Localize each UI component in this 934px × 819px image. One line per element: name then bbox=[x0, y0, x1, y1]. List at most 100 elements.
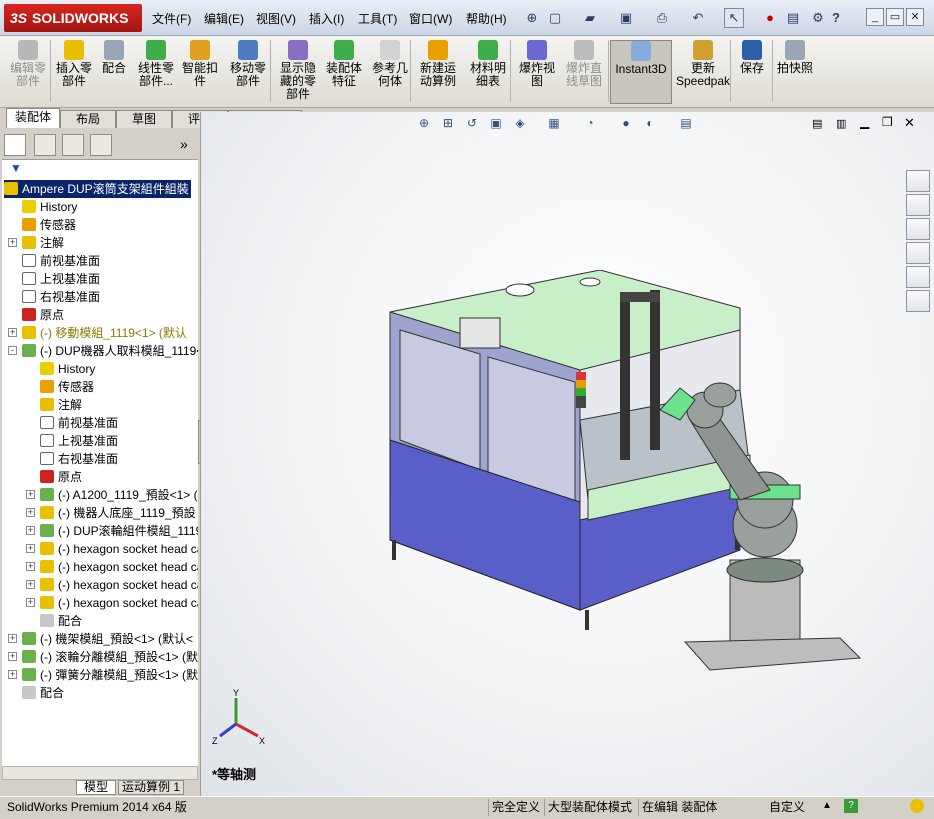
tree-expander-icon[interactable]: + bbox=[26, 580, 35, 589]
ribbon-button[interactable]: 配合 bbox=[96, 40, 132, 104]
status-notification-icon[interactable] bbox=[910, 799, 924, 813]
viewport-tile-icon[interactable]: ▤ bbox=[812, 117, 822, 130]
tree-item[interactable]: 上视基准面 bbox=[40, 432, 118, 450]
new-document-icon[interactable]: ▢ bbox=[545, 8, 565, 28]
ribbon-button[interactable]: 参考几 何体 bbox=[366, 40, 414, 104]
save-document-icon[interactable]: ▣ bbox=[616, 8, 636, 28]
tree-item[interactable]: 注解 bbox=[22, 234, 64, 252]
ribbon-button[interactable]: 拍快照 bbox=[772, 40, 818, 104]
tree-root-item[interactable]: Ampere DUP滚筒支架組件組裝 bbox=[4, 180, 191, 198]
print-icon[interactable]: ⎙ bbox=[652, 8, 672, 28]
tree-item[interactable]: (-) 滚輪分離模組_預設<1> (默 bbox=[22, 648, 198, 666]
tree-item[interactable]: (-) 機架模組_預設<1> (默认< bbox=[22, 630, 193, 648]
tree-item[interactable]: 右视基准面 bbox=[40, 450, 118, 468]
ribbon-button[interactable]: 移动零 部件 bbox=[224, 40, 272, 104]
tree-expander-icon[interactable]: + bbox=[8, 670, 17, 679]
menu-item[interactable]: 文件(F) bbox=[152, 10, 191, 27]
tab-2[interactable]: 布局 bbox=[60, 110, 116, 128]
task-pane-file-explorer-icon[interactable] bbox=[906, 218, 930, 240]
tree-item[interactable]: 配合 bbox=[22, 684, 64, 702]
ribbon-button[interactable]: 爆炸视 图 bbox=[514, 40, 560, 104]
display-style-icon[interactable]: ▦ bbox=[546, 115, 562, 131]
close-window-button[interactable]: ✕ bbox=[906, 8, 924, 26]
tree-expander-icon[interactable]: + bbox=[26, 508, 35, 517]
bottom-tab-1[interactable]: 模型 bbox=[76, 780, 116, 795]
tree-item[interactable]: History bbox=[40, 360, 95, 378]
tree-expander-icon[interactable]: + bbox=[26, 526, 35, 535]
tree-item[interactable]: (-) DUP機器人取料模組_1119< bbox=[22, 342, 198, 360]
zoom-to-fit-icon[interactable]: ⊕ bbox=[416, 115, 432, 131]
tree-item[interactable]: 传感器 bbox=[22, 216, 76, 234]
units-dropdown-icon[interactable]: ▲ bbox=[822, 800, 832, 811]
ribbon-button[interactable]: 智能扣 件 bbox=[178, 40, 222, 104]
ribbon-button[interactable]: Instant3D bbox=[610, 40, 672, 104]
tree-expander-icon[interactable]: + bbox=[8, 328, 17, 337]
zoom-area-icon[interactable]: ⊞ bbox=[440, 115, 456, 131]
viewport-restore-button[interactable]: ❐ bbox=[882, 115, 893, 129]
ribbon-button[interactable]: 更新 Speedpak bbox=[672, 40, 734, 104]
tab-3[interactable]: 草图 bbox=[116, 110, 172, 128]
view-orientation-icon[interactable]: ◈ bbox=[512, 115, 528, 131]
status-large-assembly[interactable]: 大型装配体模式 bbox=[544, 799, 635, 816]
help-icon[interactable]: ? bbox=[826, 8, 846, 28]
expand-panel-chevron-icon[interactable]: » bbox=[180, 136, 188, 152]
task-pane-appearances-icon[interactable] bbox=[906, 266, 930, 288]
tree-expander-icon[interactable]: + bbox=[26, 490, 35, 499]
ribbon-button[interactable]: 装配体 特征 bbox=[322, 40, 366, 104]
status-help-icon[interactable]: ? bbox=[844, 799, 858, 813]
tree-expander-icon[interactable]: + bbox=[8, 238, 17, 247]
tree-item[interactable]: (-) 機器人底座_1119_預設 bbox=[40, 504, 196, 522]
options-gear-icon[interactable]: ⚙ bbox=[808, 8, 828, 28]
tree-item[interactable]: (-) hexagon socket head cap bbox=[40, 540, 198, 558]
tree-expander-icon[interactable]: + bbox=[8, 652, 17, 661]
menu-item[interactable]: 编辑(E) bbox=[204, 10, 244, 27]
rebuild-traffic-light-icon[interactable]: ● bbox=[760, 8, 780, 28]
task-pane-custom-properties-icon[interactable] bbox=[906, 290, 930, 312]
ribbon-button[interactable]: 新建运 动算例 bbox=[414, 40, 462, 104]
solidworks-logo[interactable]: 3S SOLIDWORKS bbox=[4, 4, 142, 32]
tree-item[interactable]: (-) 彈簧分離模組_預設<1> (默 bbox=[22, 666, 198, 684]
display-manager-tab-icon[interactable] bbox=[90, 134, 112, 156]
ribbon-button[interactable]: 爆炸直 线草图 bbox=[560, 40, 608, 104]
bottom-tab-2[interactable]: 运动算例 1 bbox=[118, 780, 184, 795]
tree-item[interactable]: (-) A1200_1119_預設<1> ( bbox=[40, 486, 198, 504]
status-units[interactable]: 自定义 bbox=[766, 799, 808, 816]
tree-item[interactable]: (-) hexagon socket head cap bbox=[40, 594, 198, 612]
tree-expander-icon[interactable]: + bbox=[26, 562, 35, 571]
menu-item[interactable]: 插入(I) bbox=[309, 10, 344, 27]
tree-item[interactable]: 原点 bbox=[22, 306, 64, 324]
select-pointer-icon[interactable]: ↖ bbox=[724, 8, 744, 28]
viewport-link-icon[interactable]: ▥ bbox=[836, 117, 846, 130]
edit-appearance-icon[interactable]: ● bbox=[618, 115, 634, 131]
tab-1[interactable]: 装配体 bbox=[6, 108, 60, 128]
viewport-close-button[interactable]: ✕ bbox=[904, 115, 915, 131]
filter-icon[interactable]: ▼ bbox=[10, 161, 22, 175]
ribbon-button[interactable]: 材料明 细表 bbox=[464, 40, 512, 104]
task-pane-view-palette-icon[interactable] bbox=[906, 242, 930, 264]
section-view-icon[interactable]: ▣ bbox=[488, 115, 504, 131]
tree-item[interactable]: (-) hexagon socket head cap bbox=[40, 558, 198, 576]
ribbon-button[interactable]: 保存 bbox=[734, 40, 770, 104]
menu-item[interactable]: 窗口(W) bbox=[409, 10, 452, 27]
undo-icon[interactable]: ↶ bbox=[688, 8, 708, 28]
tree-item[interactable]: 上视基准面 bbox=[22, 270, 100, 288]
tree-expander-icon[interactable]: - bbox=[8, 346, 17, 355]
ribbon-button[interactable]: 插入零 部件 bbox=[52, 40, 96, 104]
tree-item[interactable]: History bbox=[22, 198, 77, 216]
tree-item[interactable]: 配合 bbox=[40, 612, 82, 630]
view-settings-icon[interactable]: ▤ bbox=[678, 115, 694, 131]
tree-item[interactable]: 前视基准面 bbox=[22, 252, 100, 270]
minimize-window-button[interactable]: _ bbox=[866, 8, 884, 26]
tree-expander-icon[interactable]: + bbox=[26, 544, 35, 553]
configuration-manager-tab-icon[interactable] bbox=[62, 134, 84, 156]
tree-item[interactable]: 传感器 bbox=[40, 378, 94, 396]
ribbon-button[interactable]: 线性零 部件... bbox=[134, 40, 178, 104]
viewport-minimize-button[interactable]: ▁ bbox=[860, 115, 869, 129]
restore-window-button[interactable]: ▭ bbox=[886, 8, 904, 26]
tree-expander-icon[interactable]: + bbox=[26, 598, 35, 607]
tree-expander-icon[interactable]: + bbox=[8, 634, 17, 643]
property-manager-tab-icon[interactable] bbox=[34, 134, 56, 156]
file-properties-icon[interactable]: ▤ bbox=[783, 8, 803, 28]
ribbon-button[interactable]: 显示隐 藏的零 部件 bbox=[274, 40, 322, 104]
task-pane-design-library-icon[interactable] bbox=[906, 194, 930, 216]
